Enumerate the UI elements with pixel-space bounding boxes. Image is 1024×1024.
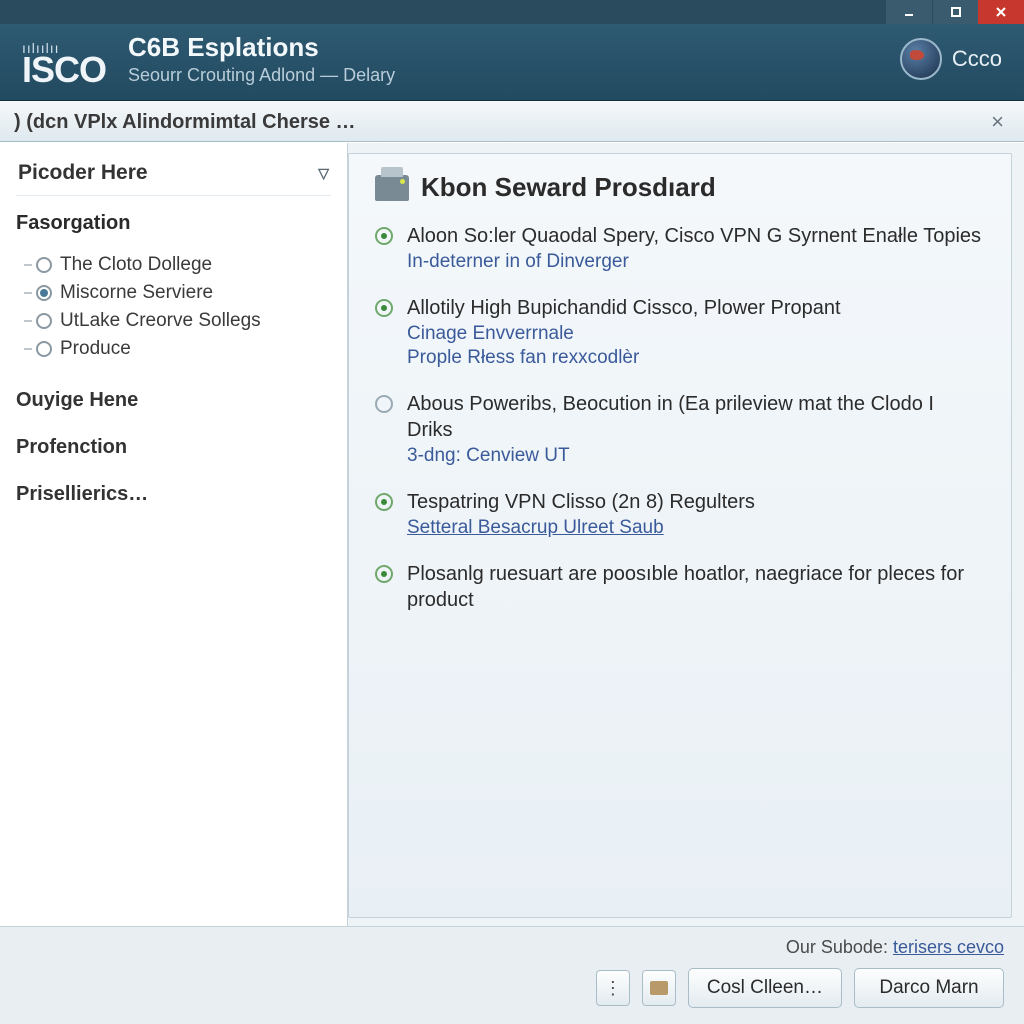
record-list: Aloon So:ler Quaodal Spery, Cisco VPN G … xyxy=(375,223,985,613)
sidebar-item[interactable]: Miscorne Serviere xyxy=(24,279,331,307)
footer-note: Our Subode: terisers cevco xyxy=(786,937,1004,958)
brand-logo: ISCO xyxy=(22,54,106,86)
app-window: ıılıılıı ISCO C6B Esplations Seourr Crou… xyxy=(0,0,1024,1024)
radio-icon[interactable] xyxy=(36,313,52,329)
check-icon xyxy=(375,565,393,583)
record-subtitle: 3-dng: Cenview UT xyxy=(407,445,985,467)
record-link[interactable]: Setteral Besacrup Ulreet Saub xyxy=(407,517,755,539)
tab-close-icon[interactable]: × xyxy=(985,109,1010,135)
sidebar: Picoder Here ▽ Fasorgation The Cloto Dol… xyxy=(0,143,348,926)
sidebar-item[interactable]: Produce xyxy=(24,335,331,363)
record-title: Plosanlg ruesuart are poosıble hoatlor, … xyxy=(407,561,985,613)
close-button[interactable] xyxy=(978,0,1024,24)
content-pane: Kbon Seward Prosdıard Aloon So:ler Quaod… xyxy=(348,153,1012,918)
footer: Our Subode: terisers cevco ⋮ Cosl Clleen… xyxy=(0,926,1024,1024)
tree-connector-icon xyxy=(24,292,32,294)
check-icon xyxy=(375,227,393,245)
record-title: Tespatring VPN Clisso (2n 8) Regulters xyxy=(407,489,755,515)
sidebar-item-label: Miscorne Serviere xyxy=(60,282,213,304)
sidebar-section-fasorgation: Fasorgation xyxy=(16,212,331,235)
check-icon xyxy=(375,493,393,511)
tree-connector-icon xyxy=(24,320,32,322)
sidebar-header[interactable]: Picoder Here ▽ xyxy=(16,157,331,196)
tree-connector-icon xyxy=(24,264,32,266)
app-header: ıılıılıı ISCO C6B Esplations Seourr Crou… xyxy=(0,24,1024,101)
main-body: Picoder Here ▽ Fasorgation The Cloto Dol… xyxy=(0,142,1024,926)
radio-icon[interactable] xyxy=(36,285,52,301)
app-title: C6B Esplations xyxy=(128,32,395,63)
footer-note-label: Our Subode: xyxy=(786,937,893,957)
brand-label: Ccco xyxy=(952,46,1002,72)
record-item[interactable]: Tespatring VPN Clisso (2n 8) Regulters S… xyxy=(375,489,985,539)
record-item[interactable]: Plosanlg ruesuart are poosıble hoatlor, … xyxy=(375,561,985,613)
sidebar-header-label: Picoder Here xyxy=(18,161,148,185)
record-subtitle: Prople Rłess fan rexxcodlèr xyxy=(407,347,841,369)
record-title: Aloon So:ler Quaodal Spery, Cisco VPN G … xyxy=(407,223,981,249)
globe-icon xyxy=(900,38,942,80)
menu-button[interactable]: ⋮ xyxy=(596,970,630,1006)
sidebar-list: The Cloto Dollege Miscorne Serviere UtLa… xyxy=(24,251,331,363)
check-icon xyxy=(375,299,393,317)
titlebar xyxy=(0,0,1024,24)
sidebar-link-prisellierics[interactable]: Prisellierics… xyxy=(16,483,331,506)
sidebar-item-label: UtLake Creorve Sollegs xyxy=(60,310,261,332)
sidebar-item-label: The Cloto Dollege xyxy=(60,254,212,276)
record-item[interactable]: Allotily High Bupichandid Cissco, Plower… xyxy=(375,295,985,369)
folder-button[interactable] xyxy=(642,970,676,1006)
chevron-down-icon: ▽ xyxy=(318,165,329,182)
sidebar-item-label: Produce xyxy=(60,338,131,360)
active-tab-label[interactable]: ) (dcn VPlx Alindormimtal Cherse … xyxy=(14,111,356,134)
sidebar-item[interactable]: UtLake Creorve Sollegs xyxy=(24,307,331,335)
darco-marn-button[interactable]: Darco Marn xyxy=(854,968,1004,1008)
tree-connector-icon xyxy=(24,348,32,350)
record-subtitle: In-deterner in of Dinverger xyxy=(407,251,981,273)
unchecked-icon xyxy=(375,395,393,413)
record-title: Allotily High Bupichandid Cissco, Plower… xyxy=(407,295,841,321)
radio-icon[interactable] xyxy=(36,341,52,357)
header-left: ıılıılıı ISCO C6B Esplations Seourr Crou… xyxy=(22,32,395,86)
folder-icon xyxy=(650,981,668,995)
footer-note-link[interactable]: terisers cevco xyxy=(893,937,1004,957)
app-subtitle: Seourr Crouting Adlond — Delary xyxy=(128,65,395,86)
sidebar-link-ouyige[interactable]: Ouyige Hene xyxy=(16,389,331,412)
cosl-clleen-button[interactable]: Cosl Clleen… xyxy=(688,968,842,1008)
record-item[interactable]: Aloon So:ler Quaodal Spery, Cisco VPN G … xyxy=(375,223,985,273)
sidebar-item[interactable]: The Cloto Dollege xyxy=(24,251,331,279)
record-item[interactable]: Abous Poweribs, Beocution in (Ea prilevi… xyxy=(375,391,985,467)
footer-buttons: ⋮ Cosl Clleen… Darco Marn xyxy=(596,968,1004,1008)
maximize-button[interactable] xyxy=(932,0,978,24)
header-right: Ccco xyxy=(900,38,1002,80)
printer-icon xyxy=(375,175,409,201)
sidebar-link-profenction[interactable]: Profenction xyxy=(16,436,331,459)
content-heading: Kbon Seward Prosdıard xyxy=(375,172,985,215)
minimize-button[interactable] xyxy=(886,0,932,24)
radio-icon[interactable] xyxy=(36,257,52,273)
record-subtitle: Cinage Envverrnale xyxy=(407,323,841,345)
content-heading-label: Kbon Seward Prosdıard xyxy=(421,172,716,203)
record-title: Abous Poweribs, Beocution in (Ea prilevi… xyxy=(407,391,985,443)
tab-bar: ) (dcn VPlx Alindormimtal Cherse … × xyxy=(0,101,1024,142)
